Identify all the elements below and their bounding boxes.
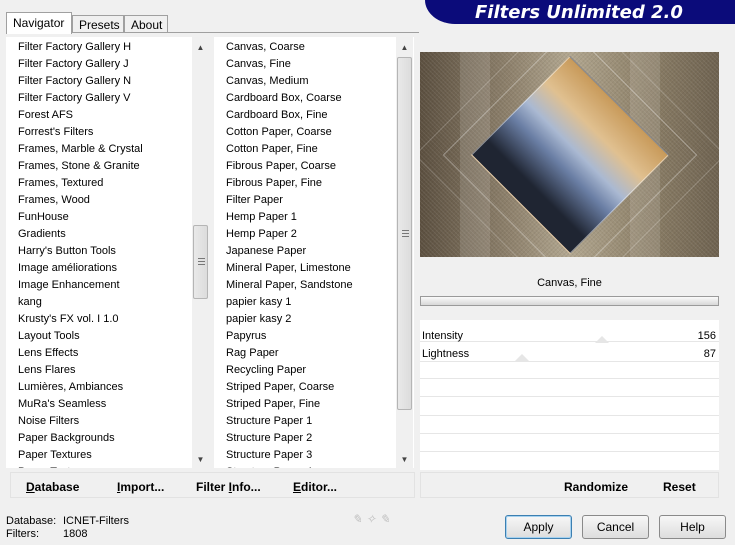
category-list-item[interactable]: Forest AFS <box>18 107 73 124</box>
parameter-panel: Intensity 156 Lightness 87 <box>420 320 719 470</box>
category-scrollbar[interactable]: ▲ ▼ <box>192 37 209 468</box>
scroll-down-icon[interactable]: ▼ <box>192 451 209 468</box>
category-list-item[interactable]: kang <box>18 294 42 311</box>
filter-list-item[interactable]: Filter Paper <box>226 192 283 209</box>
filter-list-item[interactable]: Canvas, Fine <box>226 56 291 73</box>
category-list-item[interactable]: Filter Factory Gallery H <box>18 39 131 56</box>
preview-image <box>420 52 719 257</box>
filter-scrollbar[interactable]: ▲ ▼ <box>396 37 413 468</box>
category-list-item[interactable]: Filter Factory Gallery N <box>18 73 131 90</box>
category-list-item[interactable]: Gradients <box>18 226 66 243</box>
category-list-item[interactable]: Layout Tools <box>18 328 80 345</box>
filter-list-item[interactable]: Mineral Paper, Sandstone <box>226 277 353 294</box>
scroll-up-icon[interactable]: ▲ <box>396 39 413 56</box>
category-list-item[interactable]: Lens Flares <box>18 362 75 379</box>
progress-bar <box>420 296 719 306</box>
cancel-button[interactable]: Cancel <box>582 515 649 539</box>
import-button[interactable]: Import... <box>117 480 164 494</box>
filter-list-item[interactable]: Cardboard Box, Coarse <box>226 90 342 107</box>
filters-count: 1808 <box>63 528 88 540</box>
filter-list-item[interactable]: Cotton Paper, Fine <box>226 141 318 158</box>
category-list-item[interactable]: Noise Filters <box>18 413 79 430</box>
filter-list-item[interactable]: Striped Paper, Coarse <box>226 379 334 396</box>
filter-list-item[interactable]: Recycling Paper <box>226 362 306 379</box>
filter-list-item[interactable]: Structure Paper 3 <box>226 447 312 464</box>
category-list-item[interactable]: Filter Factory Gallery J <box>18 56 129 73</box>
intensity-value[interactable]: 156 <box>698 330 716 342</box>
editor-button[interactable]: Editor... <box>293 480 337 494</box>
filter-list-item[interactable]: Structure Paper 4 <box>226 464 312 468</box>
selected-filter-name: Canvas, Fine <box>537 277 602 289</box>
filter-list[interactable]: Structure Paper 4Structure Paper 3Struct… <box>214 37 414 468</box>
filter-list-item[interactable]: Cardboard Box, Fine <box>226 107 328 124</box>
category-list-item[interactable]: Forrest's Filters <box>18 124 93 141</box>
category-list-item[interactable]: Harry's Button Tools <box>18 243 116 260</box>
category-list-item[interactable]: Frames, Stone & Granite <box>18 158 140 175</box>
tab-navigator[interactable]: Navigator <box>6 12 72 34</box>
category-list-item[interactable]: Image Enhancement <box>18 277 120 294</box>
scroll-down-icon[interactable]: ▼ <box>396 451 413 468</box>
filter-list-item[interactable]: Japanese Paper <box>226 243 306 260</box>
tab-navigator-label: Navigator <box>13 16 65 30</box>
tab-about[interactable]: About <box>124 15 168 33</box>
help-button[interactable]: Help <box>659 515 726 539</box>
filter-scroll-thumb[interactable] <box>397 57 412 410</box>
filter-list-item[interactable]: Hemp Paper 1 <box>226 209 297 226</box>
filter-list-item[interactable]: Canvas, Medium <box>226 73 309 90</box>
category-list-item[interactable]: FunHouse <box>18 209 69 226</box>
category-list-item[interactable]: Krusty's FX vol. I 1.0 <box>18 311 119 328</box>
banner-title: Filters Unlimited 2.0 <box>475 2 683 23</box>
filter-list-item[interactable]: Striped Paper, Fine <box>226 396 320 413</box>
category-list-item[interactable]: MuRa's Seamless <box>18 396 106 413</box>
category-list-item[interactable]: Lens Effects <box>18 345 78 362</box>
category-list-item[interactable]: Paper Textures <box>18 447 92 464</box>
preset-toolbar: Randomize Reset <box>420 472 719 498</box>
filter-list-item[interactable]: Mineral Paper, Limestone <box>226 260 351 277</box>
database-button[interactable]: Database <box>26 480 79 494</box>
category-list-item[interactable]: Paper Textures <box>18 464 92 468</box>
database-label: Database: <box>6 515 57 527</box>
category-list-item[interactable]: Lumières, Ambiances <box>18 379 123 396</box>
database-value: ICNET-Filters <box>63 515 129 527</box>
filter-list-item[interactable]: papier kasy 2 <box>226 311 291 328</box>
category-list-item[interactable]: Filter Factory Gallery V <box>18 90 130 107</box>
category-list[interactable]: Paper TexturesPaper TexturesPaper Backgr… <box>6 37 209 468</box>
intensity-slider[interactable] <box>595 336 609 343</box>
filter-list-item[interactable]: Structure Paper 1 <box>226 413 312 430</box>
filter-name-panel: Canvas, Fine <box>420 272 719 294</box>
tab-presets-label: Presets <box>79 18 120 32</box>
filter-list-item[interactable]: Canvas, Coarse <box>226 39 305 56</box>
filter-list-item[interactable]: Papyrus <box>226 328 266 345</box>
category-list-item[interactable]: Image améliorations <box>18 260 117 277</box>
category-scroll-thumb[interactable] <box>193 225 208 299</box>
filter-list-item[interactable]: Fibrous Paper, Fine <box>226 175 322 192</box>
filter-list-item[interactable]: Fibrous Paper, Coarse <box>226 158 336 175</box>
reset-button[interactable]: Reset <box>663 480 696 494</box>
tab-about-label: About <box>131 18 163 32</box>
filter-toolbar: Database Import... Filter Info... Editor… <box>10 472 415 498</box>
filter-info-button[interactable]: Filter Info... <box>196 480 261 494</box>
lightness-value[interactable]: 87 <box>704 348 716 360</box>
filters-label: Filters: <box>6 528 39 540</box>
randomize-button[interactable]: Randomize <box>564 480 628 494</box>
filter-list-item[interactable]: Structure Paper 2 <box>226 430 312 447</box>
category-list-item[interactable]: Frames, Textured <box>18 175 103 192</box>
filter-list-item[interactable]: Cotton Paper, Coarse <box>226 124 332 141</box>
category-list-item[interactable]: Frames, Marble & Crystal <box>18 141 143 158</box>
apply-button[interactable]: Apply <box>505 515 572 539</box>
filter-list-item[interactable]: Hemp Paper 2 <box>226 226 297 243</box>
scroll-up-icon[interactable]: ▲ <box>192 39 209 56</box>
intensity-label: Intensity <box>422 330 463 342</box>
category-list-item[interactable]: Frames, Wood <box>18 192 90 209</box>
tab-presets[interactable]: Presets <box>72 15 124 33</box>
signature-watermark: ✎ ✧ ✎ <box>352 512 390 526</box>
lightness-label: Lightness <box>422 348 470 360</box>
filter-list-item[interactable]: Rag Paper <box>226 345 279 362</box>
category-list-item[interactable]: Paper Backgrounds <box>18 430 115 447</box>
lightness-slider[interactable] <box>515 354 529 361</box>
filter-list-item[interactable]: papier kasy 1 <box>226 294 291 311</box>
